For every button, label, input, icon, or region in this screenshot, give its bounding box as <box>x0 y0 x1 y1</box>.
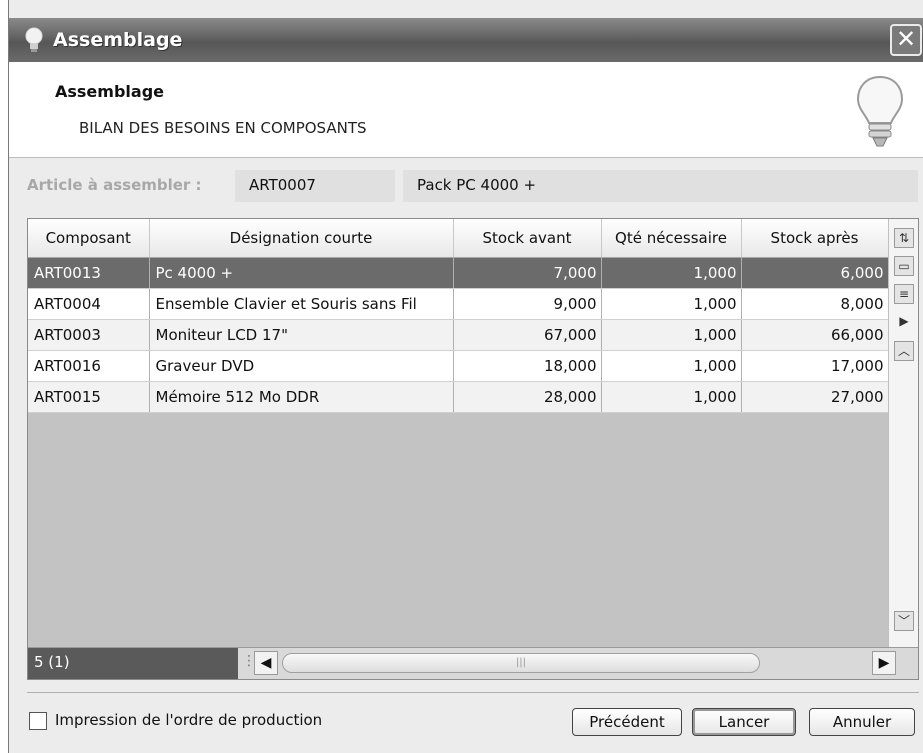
scroll-up-icon[interactable]: ︿ <box>894 341 914 361</box>
components-grid[interactable]: Composant Désignation courte Stock avant… <box>27 218 919 680</box>
cell-stock-apres: 66,000 <box>741 319 889 351</box>
grid-toolbar: ⇅ ▭ ≡ ▶ ︿ ﹀ <box>888 219 918 679</box>
lightbulb-icon <box>856 75 904 147</box>
column-header-composant[interactable]: Composant <box>28 219 150 258</box>
article-code-field: ART0007 <box>235 170 395 202</box>
print-order-checkbox[interactable] <box>29 712 47 730</box>
cell-stock-apres: 27,000 <box>741 381 889 413</box>
grid-footer: 5 (1) ⋮ ◀ ||| ▶ <box>28 647 918 679</box>
cell-stock-apres: 6,000 <box>741 257 889 289</box>
header-title: Assemblage <box>55 82 164 101</box>
window-title: Assemblage <box>53 29 183 51</box>
cell-designation: Pc 4000 + <box>149 257 454 289</box>
print-icon[interactable]: ≡ <box>894 284 914 304</box>
close-button[interactable]: ✕ <box>890 24 922 56</box>
scroll-down-icon[interactable]: ﹀ <box>894 611 914 631</box>
print-order-label[interactable]: Impression de l'ordre de production <box>55 711 322 729</box>
article-name-field: Pack PC 4000 + <box>403 170 918 202</box>
cell-designation: Graveur DVD <box>149 350 454 382</box>
row-count: 5 (1) <box>28 648 238 679</box>
cell-designation: Mémoire 512 Mo DDR <box>149 381 454 413</box>
article-label: Article à assembler : <box>27 176 202 194</box>
cell-qte: 1,000 <box>601 257 742 289</box>
assemblage-dialog: Assemblage ✕ Assemblage BILAN DES BESOIN… <box>8 0 923 753</box>
cell-code: ART0015 <box>28 381 150 413</box>
horizontal-scrollbar[interactable]: ⋮ ◀ ||| ▶ <box>242 651 896 677</box>
previous-button[interactable]: Précédent <box>572 708 682 736</box>
cell-code: ART0003 <box>28 319 150 351</box>
cell-code: ART0016 <box>28 350 150 382</box>
cell-qte: 1,000 <box>601 288 742 320</box>
column-header-qte-necessaire[interactable]: Qté nécessaire <box>601 219 742 258</box>
cancel-button[interactable]: Annuler <box>809 708 915 736</box>
sort-icon[interactable]: ⇅ <box>894 228 914 248</box>
table-header-row: Composant Désignation courte Stock avant… <box>28 219 889 258</box>
cell-designation: Ensemble Clavier et Souris sans Fil <box>149 288 454 320</box>
title-bar: Assemblage ✕ <box>9 18 923 62</box>
cell-stock-apres: 8,000 <box>741 288 889 320</box>
table-row[interactable]: ART0015 Mémoire 512 Mo DDR 28,000 1,000 … <box>28 381 889 413</box>
column-header-stock-apres[interactable]: Stock après <box>741 219 889 258</box>
cell-designation: Moniteur LCD 17" <box>149 319 454 351</box>
scroll-left-icon[interactable]: ◀ <box>254 651 278 675</box>
cell-stock-avant: 18,000 <box>453 350 602 382</box>
cell-code: ART0013 <box>28 257 150 289</box>
arrow-right-icon[interactable]: ▶ <box>894 312 914 332</box>
table-row[interactable]: ART0004 Ensemble Clavier et Souris sans … <box>28 288 889 320</box>
cell-code: ART0004 <box>28 288 150 320</box>
cell-stock-avant: 67,000 <box>453 319 602 351</box>
table-row[interactable]: ART0003 Moniteur LCD 17" 67,000 1,000 66… <box>28 319 889 351</box>
column-header-designation[interactable]: Désignation courte <box>149 219 454 258</box>
cell-stock-avant: 7,000 <box>453 257 602 289</box>
table-row[interactable]: ART0016 Graveur DVD 18,000 1,000 17,000 <box>28 350 889 382</box>
article-row: Article à assembler : ART0007 Pack PC 40… <box>9 166 923 206</box>
cell-stock-avant: 28,000 <box>453 381 602 413</box>
cell-stock-apres: 17,000 <box>741 350 889 382</box>
cell-stock-avant: 9,000 <box>453 288 602 320</box>
header-subtitle: BILAN DES BESOINS EN COMPOSANTS <box>79 119 367 137</box>
table-row[interactable]: ART0013 Pc 4000 + 7,000 1,000 6,000 <box>28 257 889 289</box>
scroll-right-icon[interactable]: ▶ <box>872 651 896 675</box>
run-button[interactable]: Lancer <box>692 708 796 736</box>
divider <box>27 692 919 693</box>
cell-qte: 1,000 <box>601 350 742 382</box>
wizard-header: Assemblage BILAN DES BESOINS EN COMPOSAN… <box>9 62 923 158</box>
components-table: Composant Désignation courte Stock avant… <box>28 219 889 413</box>
lightbulb-icon <box>25 27 43 52</box>
scroll-thumb[interactable]: ||| <box>282 653 760 673</box>
cell-qte: 1,000 <box>601 381 742 413</box>
grip-icon: ⋮ <box>242 653 256 669</box>
column-header-stock-avant[interactable]: Stock avant <box>453 219 602 258</box>
cell-qte: 1,000 <box>601 319 742 351</box>
monitor-icon[interactable]: ▭ <box>894 256 914 276</box>
